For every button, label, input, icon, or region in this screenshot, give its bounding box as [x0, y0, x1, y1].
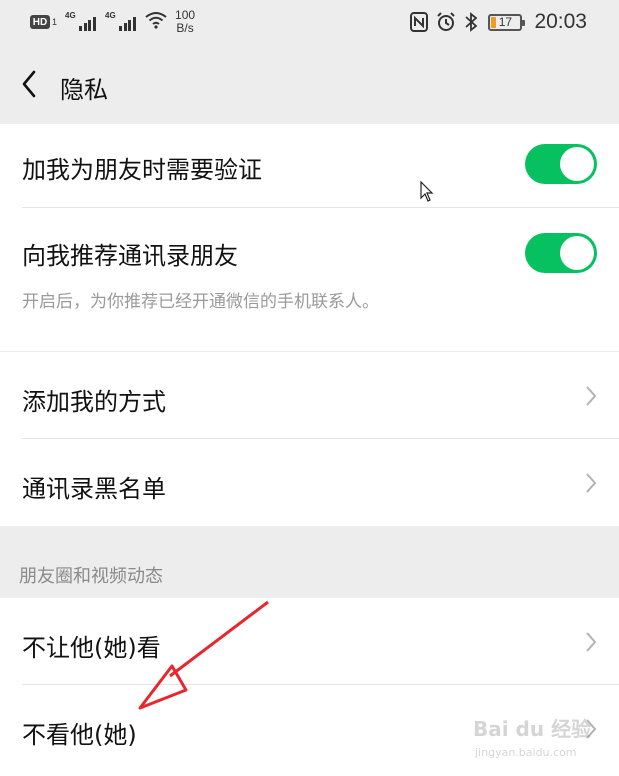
verify-friend-row: 加我为朋友时需要验证	[0, 124, 619, 208]
watermark-logo: Bai du 经验 jingyan.baidu.com	[469, 706, 599, 766]
wifi-icon	[145, 11, 167, 34]
verify-friend-toggle[interactable]	[525, 144, 597, 184]
recommend-contacts-hint: 开启后，为你推荐已经开通微信的手机联系人。	[22, 292, 379, 312]
network-speed-value: 100	[175, 8, 196, 22]
battery-icon: 17	[488, 13, 526, 31]
signal-icon-2: 4G	[105, 11, 137, 31]
hd-badge: HD	[30, 15, 50, 29]
bluetooth-icon	[464, 12, 478, 32]
recommend-contacts-label: 向我推荐通讯录朋友	[22, 242, 238, 270]
chevron-right-icon	[583, 471, 599, 495]
svg-text:jingyan.baidu.com: jingyan.baidu.com	[474, 746, 577, 759]
battery-level: 17	[498, 15, 513, 29]
add-methods-label: 添加我的方式	[22, 388, 166, 416]
moments-section-header: 朋友圈和视频动态	[19, 566, 163, 587]
network-speed: 100 B/s	[175, 9, 195, 35]
svg-text:Bai du 经验: Bai du 经验	[473, 717, 591, 741]
add-methods-row[interactable]: 添加我的方式	[0, 352, 619, 439]
status-bar-right: 17 20:03	[402, 8, 587, 36]
contact-settings-section: 添加我的方式 通讯录黑名单	[0, 352, 619, 526]
network-type-2: 4G	[105, 11, 116, 20]
hide-my-posts-label: 不让他(她)看	[22, 634, 161, 662]
chevron-right-icon	[583, 384, 599, 408]
hd-sub: 1	[52, 17, 58, 27]
recommend-contacts-row: 向我推荐通讯录朋友 开启后，为你推荐已经开通微信的手机联系人。	[0, 208, 619, 351]
nav-bar: 隐私	[0, 44, 619, 124]
network-type-1: 4G	[65, 11, 76, 20]
status-bar: HD 1 4G 4G 100 B/s 17 20:03	[0, 0, 619, 44]
signal-icon: 4G	[65, 11, 97, 31]
back-arrow-icon	[22, 70, 36, 98]
alarm-icon	[436, 12, 456, 32]
chevron-right-icon	[583, 630, 599, 654]
recommend-contacts-toggle[interactable]	[525, 233, 597, 273]
friend-settings-section: 加我为朋友时需要验证 向我推荐通讯录朋友 开启后，为你推荐已经开通微信的手机联系…	[0, 124, 619, 351]
hide-my-posts-row[interactable]: 不让他(她)看	[0, 598, 619, 685]
blacklist-row[interactable]: 通讯录黑名单	[0, 439, 619, 526]
mouse-cursor-icon	[420, 180, 434, 207]
verify-friend-label: 加我为朋友时需要验证	[22, 156, 262, 184]
status-time: 20:03	[534, 10, 587, 33]
back-button[interactable]	[14, 68, 44, 100]
page-title: 隐私	[60, 76, 108, 104]
status-bar-left: HD 1 4G 4G 100 B/s	[30, 8, 195, 36]
nfc-icon	[410, 12, 429, 32]
hide-their-posts-label: 不看他(她)	[22, 721, 137, 749]
blacklist-label: 通讯录黑名单	[22, 475, 166, 503]
network-speed-unit: B/s	[176, 21, 194, 35]
